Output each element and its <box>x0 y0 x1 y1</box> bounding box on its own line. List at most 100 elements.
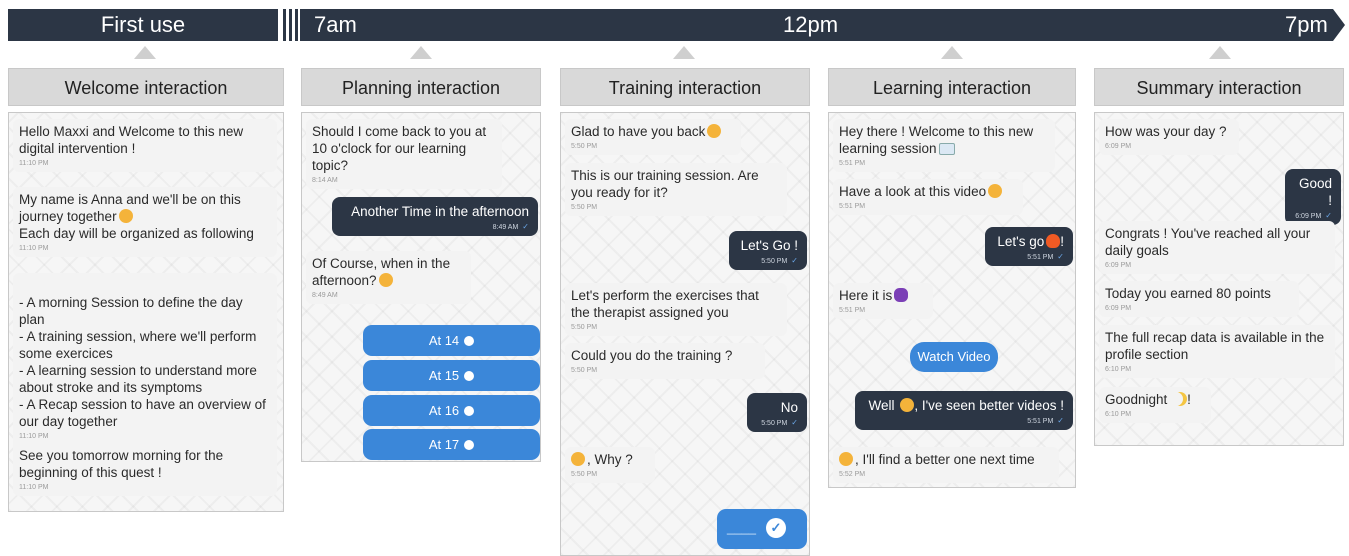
message-text: See you tomorrow morning for the beginni… <box>19 448 224 480</box>
marker-triangle-icon <box>410 46 432 59</box>
message-time: 6:09 PM <box>1105 262 1132 269</box>
hug-emoji-icon <box>118 209 133 223</box>
timeline-separator <box>295 9 298 41</box>
message-time: 6:09 PM <box>1295 213 1322 220</box>
option-button-17[interactable]: At 17 <box>363 429 540 460</box>
message-time: 11:10 PM <box>19 245 49 252</box>
moon-emoji-icon <box>1173 392 1187 406</box>
fire-emoji-icon <box>1046 234 1061 248</box>
alien-emoji-icon <box>894 288 909 302</box>
submit-check-icon[interactable]: ✓ <box>765 518 786 538</box>
message-text: Good ! <box>1298 176 1332 208</box>
message-text: , I'll find a better one next time <box>855 452 1035 467</box>
chat-message: Today you earned 80 points 6:09 PM <box>1099 281 1299 317</box>
message-text: ! <box>1060 234 1064 249</box>
chat-reply: Let's go! 5:51 PM ✓ <box>985 227 1073 266</box>
message-time: 5:51 PM <box>1027 418 1054 425</box>
message-time: 5:51 PM <box>839 160 866 167</box>
watch-video-button[interactable]: Watch Video <box>910 342 998 372</box>
message-time: 5:50 PM <box>571 471 598 478</box>
planning-header: Planning interaction <box>301 68 541 106</box>
message-text: , I've seen better videos ! <box>914 398 1064 413</box>
message-time: 5:50 PM <box>571 204 598 211</box>
tick-12pm: 12pm <box>783 12 839 37</box>
message-time: 6:09 PM <box>1105 143 1132 150</box>
chat-message: The full recap data is available in the … <box>1099 325 1335 378</box>
summary-chat: How was your day ? 6:09 PM Good ! 6:09 P… <box>1094 112 1344 446</box>
message-time: 8:49 AM <box>492 224 519 231</box>
message-text: Each day will be organized as following <box>19 226 254 241</box>
chat-message: Hey there ! Welcome to this new learning… <box>833 119 1055 172</box>
option-button-14[interactable]: At 14 <box>363 325 540 356</box>
timeline-day: 7am 12pm 7pm <box>300 9 1333 41</box>
check-icon: ✓ <box>1057 252 1064 261</box>
chat-message: Have a look at this video 5:51 PM <box>833 179 1023 215</box>
welcome-chat: Hello Maxxi and Welcome to this new digi… <box>8 112 284 512</box>
check-icon: ✓ <box>791 418 798 427</box>
tick-7am: 7am <box>314 12 357 37</box>
planning-chat: Should I come back to you at 10 o'clock … <box>301 112 541 462</box>
timeline-first-use: First use <box>8 9 278 41</box>
chat-message: Congrats ! You've reached all your daily… <box>1099 221 1335 274</box>
check-icon: ✓ <box>1325 211 1332 220</box>
message-time: 11:10 PM <box>19 484 49 491</box>
clock-icon <box>464 406 475 416</box>
message-text: Hey there ! Welcome to this new learning… <box>839 124 1034 156</box>
message-text: Hello Maxxi and Welcome to this new digi… <box>19 124 244 156</box>
chat-message: How was your day ? 6:09 PM <box>1099 119 1239 155</box>
message-text: How was your day ? <box>1105 124 1227 139</box>
option-button-15[interactable]: At 15 <box>363 360 540 391</box>
message-time: 5:51 PM <box>839 307 866 314</box>
training-header: Training interaction <box>560 68 810 106</box>
message-time: 5:50 PM <box>571 143 598 150</box>
message-time: 11:10 PM <box>19 433 49 440</box>
marker-triangle-icon <box>1209 46 1231 59</box>
option-button-16[interactable]: At 16 <box>363 395 540 426</box>
option-label: At 15 <box>428 368 460 383</box>
message-text: This is our training session. Are you re… <box>571 168 759 200</box>
input-value: ____ <box>727 520 756 535</box>
message-text: Have a look at this video <box>839 184 987 199</box>
welcome-header: Welcome interaction <box>8 68 284 106</box>
message-time: 5:51 PM <box>1027 254 1054 261</box>
message-time: 6:09 PM <box>1105 305 1132 312</box>
tick-7pm: 7pm <box>1285 12 1328 37</box>
option-label: At 17 <box>428 437 460 452</box>
message-time: 5:50 PM <box>761 258 788 265</box>
chat-reply: No 5:50 PM ✓ <box>747 393 807 432</box>
check-icon: ✓ <box>522 222 529 231</box>
chat-message: Of Course, when in the afternoon? 8:49 A… <box>306 251 471 304</box>
message-text: , Why ? <box>587 452 633 467</box>
chat-message: Could you do the training ? 5:50 PM <box>565 343 765 379</box>
message-time: 8:14 AM <box>312 177 338 184</box>
message-text: Today you earned 80 points <box>1105 286 1271 301</box>
message-text: ! <box>1187 392 1191 407</box>
chat-message: This is our training session. Are you re… <box>565 163 787 216</box>
chat-message: Glad to have you back 5:50 PM <box>565 119 741 155</box>
option-label: At 16 <box>428 403 460 418</box>
clock-icon <box>464 371 475 381</box>
reply-input[interactable]: ____ ✓ <box>717 509 807 549</box>
message-time: 5:52 PM <box>839 471 866 478</box>
message-text: The full recap data is available in the … <box>1105 330 1325 362</box>
training-chat: Glad to have you back 5:50 PM This is ou… <box>560 112 810 556</box>
chat-reply: Well , I've seen better videos ! 5:51 PM… <box>855 391 1073 430</box>
message-time: 11:10 PM <box>19 160 49 167</box>
hug-emoji-icon <box>707 124 722 138</box>
message-text: No <box>780 400 798 415</box>
timeline-arrow-icon <box>1333 9 1345 41</box>
message-text: Let's Go ! <box>740 238 798 253</box>
disappointed-emoji-icon <box>571 452 585 466</box>
first-use-label: First use <box>100 12 186 37</box>
message-text: Here it is <box>839 288 893 303</box>
chat-message: Here it is 5:51 PM <box>833 283 933 319</box>
message-time: 6:10 PM <box>1105 366 1132 373</box>
hug-emoji-icon <box>378 273 393 287</box>
message-time: 5:50 PM <box>571 367 598 374</box>
marker-triangle-icon <box>673 46 695 59</box>
message-text: Well <box>868 398 895 413</box>
book-emoji-icon <box>938 143 955 155</box>
timeline-separator <box>283 9 286 41</box>
chat-reply: Another Time in the afternoon 8:49 AM ✓ <box>332 197 538 236</box>
disappointed-emoji-icon <box>839 452 853 466</box>
